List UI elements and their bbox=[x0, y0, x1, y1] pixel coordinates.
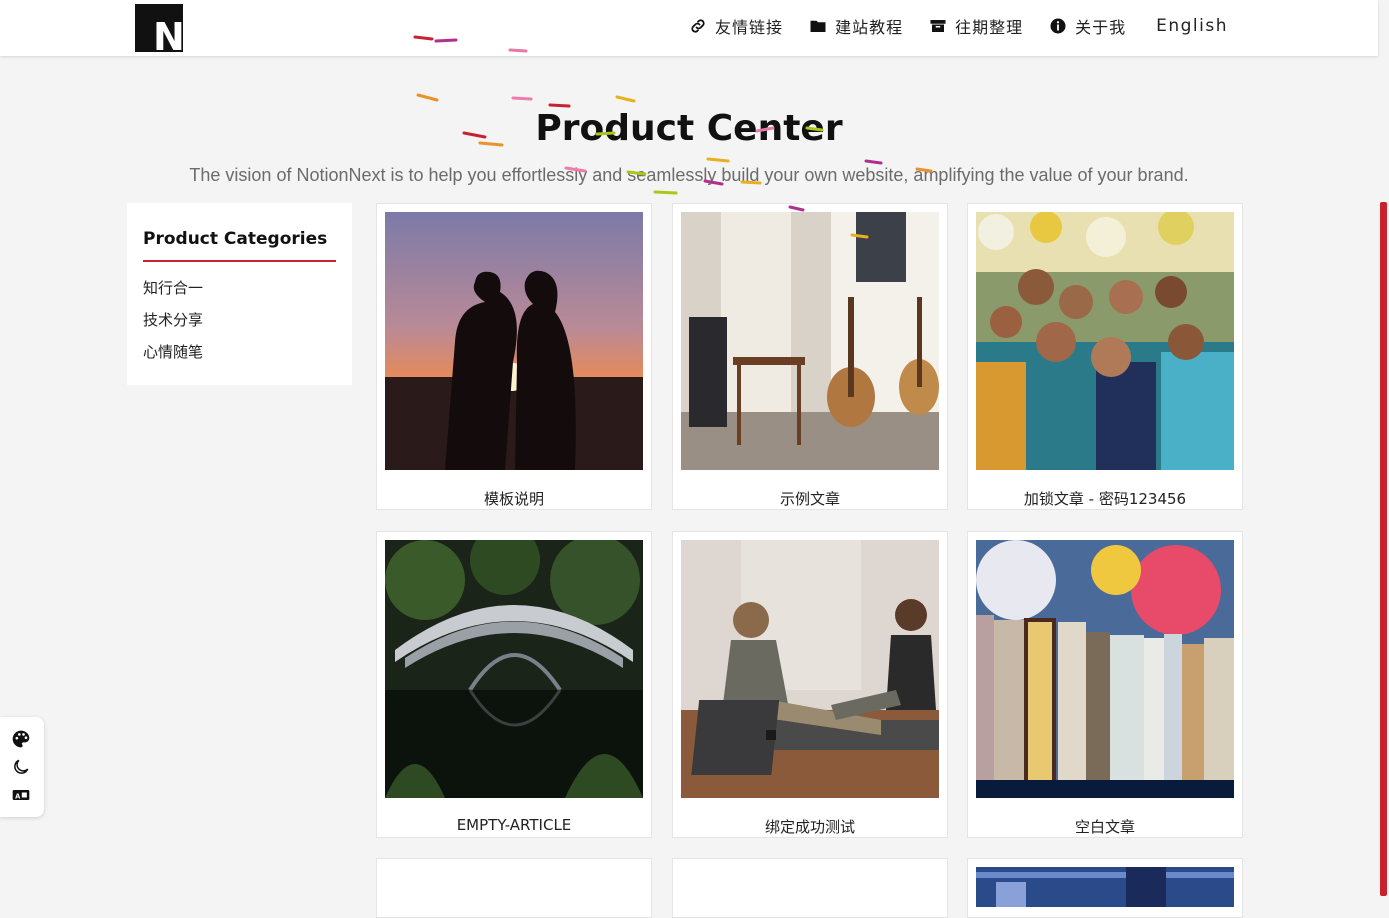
product-image[interactable] bbox=[976, 867, 1234, 907]
nav-label: 关于我 bbox=[1075, 18, 1127, 37]
palette-icon[interactable] bbox=[11, 729, 31, 749]
product-card[interactable]: 模板说明 bbox=[376, 203, 652, 510]
archive-icon bbox=[930, 20, 946, 32]
scrollbar-track[interactable] bbox=[1378, 0, 1389, 896]
svg-text:A: A bbox=[15, 792, 21, 800]
link-icon bbox=[691, 19, 705, 33]
product-card[interactable]: 示例文章 bbox=[672, 203, 948, 510]
product-card[interactable] bbox=[376, 858, 652, 918]
product-card[interactable] bbox=[672, 858, 948, 918]
product-title[interactable]: 绑定成功测试 bbox=[673, 816, 947, 837]
moon-icon[interactable] bbox=[11, 757, 31, 777]
product-title[interactable]: 加锁文章 - 密码123456 bbox=[968, 488, 1242, 509]
product-card[interactable]: 空白文章 bbox=[967, 531, 1243, 838]
nav-item-about[interactable]: 关于我 bbox=[1049, 14, 1126, 38]
top-header: N 友情链接 建站教程 往期整理 关于我 English bbox=[0, 0, 1378, 56]
page-title: Product Center bbox=[535, 108, 843, 149]
nav-label: 友情链接 bbox=[715, 18, 784, 37]
category-item[interactable]: 心情随笔 bbox=[143, 336, 336, 368]
product-image[interactable] bbox=[976, 540, 1234, 798]
nav-label: 往期整理 bbox=[955, 18, 1024, 37]
product-title[interactable]: 空白文章 bbox=[968, 816, 1242, 837]
nav-item-archive[interactable]: 往期整理 bbox=[929, 14, 1023, 38]
info-icon bbox=[1050, 18, 1066, 34]
product-title[interactable]: 模板说明 bbox=[377, 488, 651, 509]
main-nav: 友情链接 建站教程 往期整理 关于我 English bbox=[689, 0, 1228, 52]
product-image[interactable] bbox=[385, 540, 643, 798]
page-subtitle: The vision of NotionNext is to help you … bbox=[189, 165, 1189, 185]
site-logo[interactable]: N bbox=[135, 4, 183, 52]
product-card[interactable]: 绑定成功测试 bbox=[672, 531, 948, 838]
scrollbar-thumb[interactable] bbox=[1380, 202, 1387, 896]
category-item[interactable]: 技术分享 bbox=[143, 304, 336, 336]
category-item[interactable]: 知行合一 bbox=[143, 272, 336, 304]
product-image[interactable] bbox=[385, 212, 643, 470]
product-card[interactable]: 加锁文章 - 密码123456 bbox=[967, 203, 1243, 510]
nav-item-links[interactable]: 友情链接 bbox=[689, 14, 783, 38]
nav-label: 建站教程 bbox=[835, 18, 904, 37]
logo-letter: N bbox=[153, 15, 183, 52]
product-card[interactable] bbox=[967, 858, 1243, 918]
product-image[interactable] bbox=[976, 212, 1234, 470]
product-card[interactable]: EMPTY-ARTICLE bbox=[376, 531, 652, 838]
nav-item-tutorials[interactable]: 建站教程 bbox=[809, 14, 903, 38]
floating-toolbar: A bbox=[0, 717, 44, 817]
product-image[interactable] bbox=[681, 212, 939, 470]
language-switch[interactable]: English bbox=[1156, 16, 1228, 36]
product-title[interactable]: 示例文章 bbox=[673, 488, 947, 509]
product-image[interactable] bbox=[681, 540, 939, 798]
categories-heading: Product Categories bbox=[143, 229, 336, 262]
folder-icon bbox=[810, 20, 826, 32]
translate-icon[interactable]: A bbox=[11, 785, 31, 805]
product-categories-panel: Product Categories 知行合一 技术分享 心情随笔 bbox=[127, 203, 352, 385]
product-title[interactable]: EMPTY-ARTICLE bbox=[377, 816, 651, 834]
